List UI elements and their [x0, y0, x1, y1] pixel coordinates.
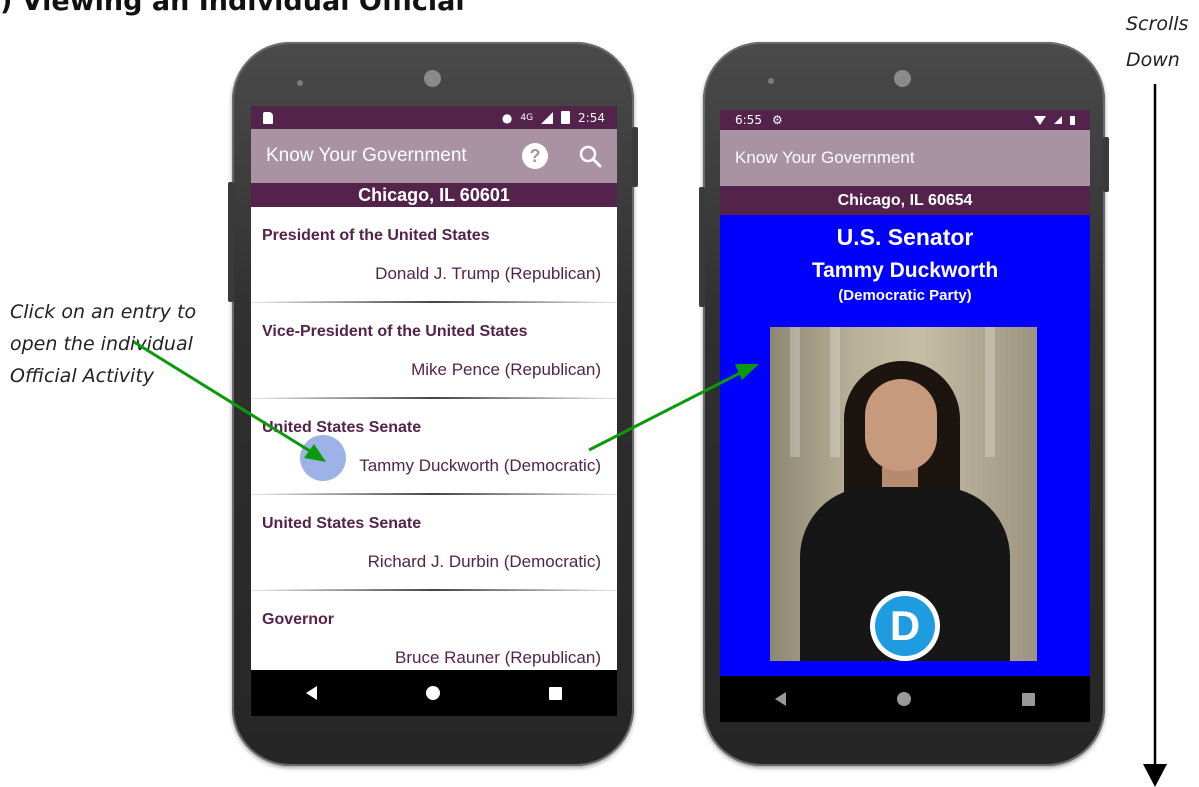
nav-bar	[251, 670, 617, 716]
list-item[interactable]: United States Senate Tammy Duckworth (De…	[251, 399, 617, 495]
power-button	[1103, 137, 1109, 192]
back-nav-icon[interactable]	[775, 692, 787, 706]
section-heading: ) Viewing an Individual Official	[0, 0, 465, 17]
official-detail: U.S. Senator Tammy Duckworth (Democratic…	[720, 215, 1090, 676]
scrolls-down-note: Scrolls Down	[1126, 13, 1189, 71]
location-icon: ●	[501, 110, 513, 125]
office-title: President of the United States	[262, 227, 490, 244]
office-title: Vice-President of the United States	[262, 323, 528, 340]
scroll-arrow-head	[1143, 764, 1167, 787]
official-name: Richard J. Durbin (Democratic)	[367, 552, 601, 571]
official-name: Mike Pence (Republican)	[411, 360, 601, 379]
app-bar: Know Your Government ?	[251, 129, 617, 183]
background-column	[985, 327, 995, 457]
phone-detail-view: 6:55 ⚙ Know Your Government Chicago, IL …	[699, 42, 1109, 766]
status-bar: 6:55 ⚙	[720, 110, 1090, 130]
status-bar: ● 4G 2:54	[251, 106, 617, 129]
party-logo[interactable]: D	[870, 591, 940, 661]
recents-nav-icon[interactable]	[549, 686, 563, 700]
front-camera	[894, 70, 911, 87]
settings-icon: ⚙	[771, 113, 783, 127]
signal-icon	[1054, 116, 1062, 124]
office-title: United States Senate	[262, 419, 422, 436]
front-camera	[424, 70, 441, 87]
nav-bar	[720, 676, 1090, 722]
app-bar: Know Your Government	[720, 130, 1090, 186]
status-time: 6:55	[735, 113, 762, 127]
list-item[interactable]: United States Senate Richard J. Durbin (…	[251, 495, 617, 591]
phone-list-view: ● 4G 2:54 Know Your Government ? Chicago…	[228, 42, 638, 766]
background-column	[790, 327, 800, 457]
battery-icon	[561, 111, 571, 124]
signal-label: 4G	[520, 112, 534, 123]
volume-button	[699, 187, 705, 307]
photo-face	[865, 379, 937, 471]
signal-icon	[541, 111, 554, 124]
background-column	[830, 327, 840, 457]
office-title: United States Senate	[262, 515, 422, 532]
recents-nav-icon[interactable]	[1021, 692, 1035, 706]
sensor-dot	[768, 78, 774, 84]
sd-card-icon	[263, 111, 273, 124]
home-nav-icon[interactable]	[896, 692, 911, 706]
official-name: Bruce Rauner (Republican)	[395, 648, 601, 667]
home-nav-icon[interactable]	[425, 686, 440, 700]
location-bar: Chicago, IL 60654	[720, 186, 1090, 215]
list-item[interactable]: Vice-President of the United States Mike…	[251, 303, 617, 399]
officials-list: President of the United States Donald J.…	[251, 207, 617, 687]
back-nav-icon[interactable]	[305, 686, 317, 700]
official-name: Donald J. Trump (Republican)	[375, 264, 601, 283]
instruction-caption: Click on an entry to open the individual…	[10, 301, 197, 387]
office-title: Governor	[262, 611, 335, 628]
battery-icon	[1070, 115, 1075, 125]
sensor-dot	[297, 80, 303, 86]
help-icon[interactable]: ?	[522, 143, 548, 169]
party-label: (Democratic Party)	[838, 287, 972, 304]
official-name: Tammy Duckworth	[811, 259, 999, 282]
status-time: 2:54	[578, 110, 605, 125]
party-logo-letter: D	[875, 596, 935, 656]
volume-button	[228, 182, 234, 302]
official-name: Tammy Duckworth (Democratic)	[359, 456, 601, 475]
wifi-icon	[1034, 115, 1046, 125]
search-icon[interactable]	[578, 144, 602, 168]
office-title: U.S. Senator	[836, 224, 974, 250]
screen: ● 4G 2:54 Know Your Government ? Chicago…	[251, 106, 617, 716]
power-button	[632, 127, 638, 187]
app-title: Know Your Government	[735, 148, 915, 167]
list-item[interactable]: President of the United States Donald J.…	[251, 207, 617, 303]
screen: 6:55 ⚙ Know Your Government Chicago, IL …	[720, 110, 1090, 722]
app-title: Know Your Government	[266, 145, 467, 166]
location-bar: Chicago, IL 60601	[251, 183, 617, 207]
